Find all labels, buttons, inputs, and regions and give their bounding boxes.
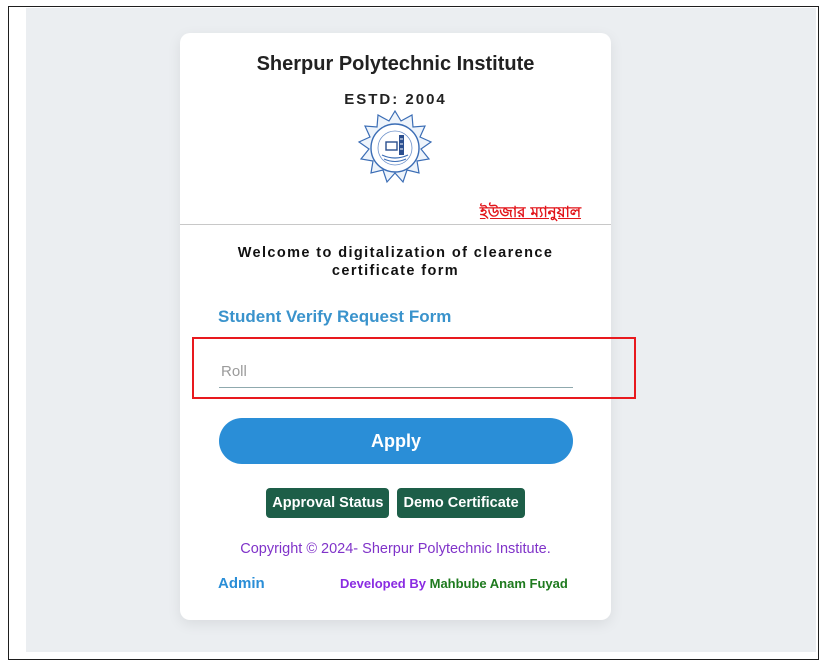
welcome-line-1: Welcome to digitalization of clearence xyxy=(237,245,554,261)
apply-button[interactable]: Apply xyxy=(219,418,573,464)
institute-emblem-icon xyxy=(357,109,433,184)
admin-link[interactable]: Admin xyxy=(218,575,265,592)
approval-status-button[interactable]: Approval Status xyxy=(266,488,390,518)
form-title: Student Verify Request Form xyxy=(218,307,452,326)
action-buttons: Approval Status Demo Certificate xyxy=(180,488,611,518)
user-manual-link[interactable]: ইউজার ম্যানুয়াল xyxy=(480,201,581,226)
roll-field-highlight xyxy=(192,337,636,399)
institute-name: Sherpur Polytechnic Institute xyxy=(256,53,535,75)
developed-by-label: Developed By xyxy=(340,576,426,591)
verify-card: Sherpur Polytechnic Institute ESTD: 2004… xyxy=(180,33,611,620)
demo-certificate-button[interactable]: Demo Certificate xyxy=(397,488,525,518)
header-divider xyxy=(180,224,611,225)
estd-label: ESTD: 2004 xyxy=(344,91,447,108)
developer-name: Mahbube Anam Fuyad xyxy=(429,576,568,591)
welcome-line-2: certificate form xyxy=(331,263,460,279)
developer-credit: Developed By Mahbube Anam Fuyad xyxy=(340,576,568,591)
welcome-message: Welcome to digitalization of clearence c… xyxy=(200,244,591,280)
copyright-text: Copyright © 2024- Sherpur Polytechnic In… xyxy=(240,541,551,557)
